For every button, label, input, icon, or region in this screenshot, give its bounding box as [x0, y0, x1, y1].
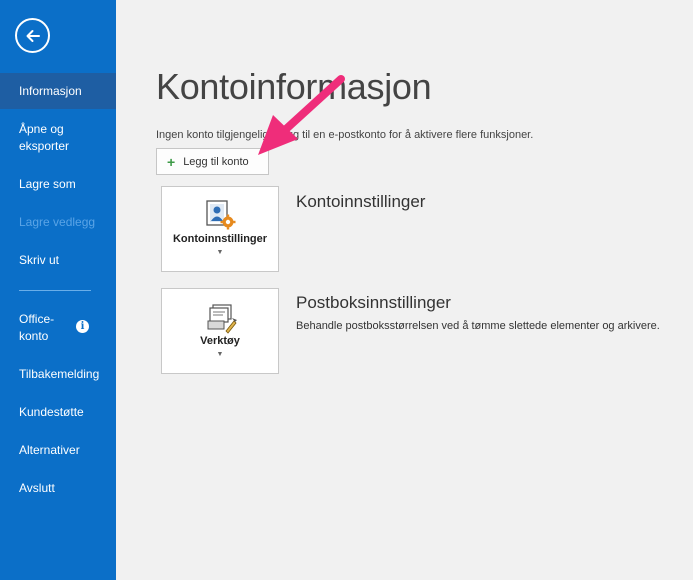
mailbox-settings-title: Postboksinnstillinger — [296, 293, 451, 312]
tools-tile[interactable]: Verktøy ▼ — [161, 288, 279, 374]
chevron-down-icon: ▼ — [216, 249, 224, 256]
nav-item-save-as[interactable]: Lagre som — [0, 176, 116, 193]
account-settings-icon — [206, 200, 236, 230]
back-button[interactable] — [15, 18, 50, 53]
account-settings-tile-label: Kontoinnstillinger — [172, 233, 268, 245]
nav-item-office-account[interactable]: Office-konto — [0, 311, 70, 345]
account-subtitle: Ingen konto tilgjengelig. Legg til en e-… — [156, 129, 534, 141]
nav-item-open-export[interactable]: Åpne og eksporter — [0, 121, 90, 155]
plus-icon: + — [167, 153, 176, 170]
nav-item-save-attachments: Lagre vedlegg — [19, 215, 96, 229]
nav-divider — [19, 290, 91, 291]
nav-item-support[interactable]: Kundestøtte — [0, 404, 116, 421]
account-settings-tile[interactable]: Kontoinnstillinger ▼ — [161, 186, 279, 272]
account-settings-title: Kontoinnstillinger — [296, 192, 426, 211]
nav-item-informasjon[interactable]: Informasjon — [0, 73, 116, 109]
add-account-button[interactable]: + Legg til konto — [156, 148, 269, 175]
page-title: Kontoinformasjon — [156, 66, 432, 107]
tools-icon — [207, 304, 237, 334]
nav-item-exit[interactable]: Avslutt — [0, 480, 116, 497]
nav-item-feedback[interactable]: Tilbakemelding — [0, 366, 116, 383]
mailbox-settings-description: Behandle postboksstørrelsen ved å tømme … — [296, 320, 660, 332]
backstage-sidebar: Informasjon Åpne og eksporter Lagre som … — [0, 0, 116, 580]
info-icon: i — [76, 320, 89, 333]
add-account-label: Legg til konto — [183, 155, 249, 168]
nav-item-options[interactable]: Alternativer — [0, 442, 116, 459]
tools-tile-label: Verktøy — [200, 335, 240, 347]
chevron-down-icon: ▼ — [216, 351, 224, 358]
nav-item-print[interactable]: Skriv ut — [0, 252, 116, 269]
back-arrow-icon — [26, 29, 40, 42]
